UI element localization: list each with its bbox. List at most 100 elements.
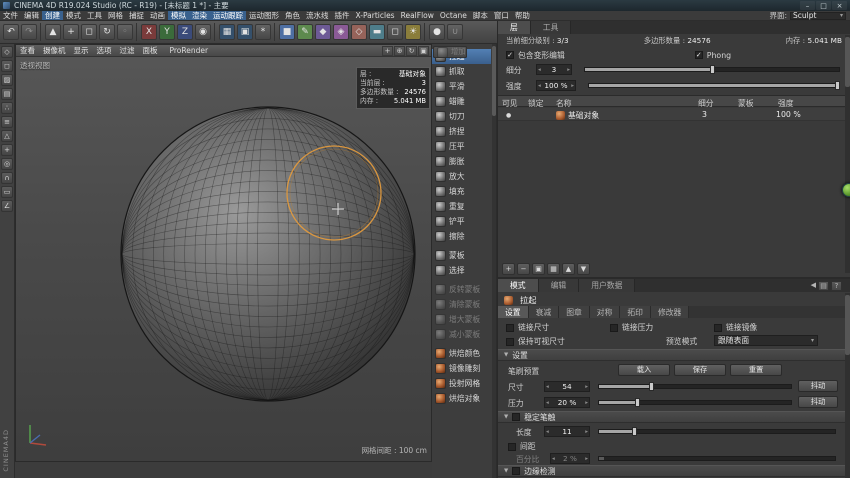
sculpt-amplify[interactable]: 放大	[432, 169, 491, 184]
last-tool-icon[interactable]: ◦	[117, 24, 133, 40]
deformer-icon[interactable]: ◇	[351, 24, 367, 40]
tab-tools[interactable]: 工具	[531, 21, 572, 34]
sculpt-repeat[interactable]: 重复	[432, 199, 491, 214]
menu-item[interactable]: 运动图形	[246, 11, 282, 20]
sculpt-increase[interactable]: 增加	[433, 46, 467, 58]
toolbar-icon[interactable]	[424, 23, 426, 41]
menu-item[interactable]: 创建	[42, 11, 63, 20]
delete-layer-icon[interactable]: −	[517, 263, 530, 275]
move-icon[interactable]: +	[63, 24, 79, 40]
menu-item[interactable]: 渲染	[189, 11, 210, 20]
palette-scrollbar[interactable]	[492, 44, 496, 478]
generator-icon[interactable]: ◈	[333, 24, 349, 40]
viewport-menu-item[interactable]: 过滤	[116, 45, 139, 56]
menu-item[interactable]: 插件	[332, 11, 353, 20]
add-layer-icon[interactable]: +	[502, 263, 515, 275]
menu-item[interactable]: Octane	[437, 11, 470, 20]
sculpt-wax[interactable]: 蜡雕	[432, 94, 491, 109]
y-axis-lock-icon[interactable]: Y	[159, 24, 175, 40]
viewport[interactable]: 查看摄像机显示选项过滤面板 ProRender +⊕↻▣ 透视视图	[15, 44, 432, 462]
checkbox[interactable]	[506, 51, 514, 59]
redo-icon[interactable]: ↷	[21, 24, 37, 40]
strength-field[interactable]: ◂100 %▸	[536, 80, 576, 91]
z-axis-lock-icon[interactable]: Z	[177, 24, 193, 40]
live-selection-icon[interactable]: ▲	[45, 24, 61, 40]
link-size-checkbox[interactable]	[506, 324, 514, 332]
x-axis-lock-icon[interactable]: X	[141, 24, 157, 40]
panel-options-icon[interactable]: ▤	[818, 281, 829, 291]
menu-item[interactable]: 模式	[63, 11, 84, 20]
move-layer-up-icon[interactable]: ▲	[562, 263, 575, 275]
points-mode-icon[interactable]: ∴	[1, 102, 13, 114]
polygons-mode-icon[interactable]: △	[1, 130, 13, 142]
toggle-view-icon[interactable]: ▣	[418, 46, 429, 56]
link-pressure-checkbox[interactable]	[610, 324, 618, 332]
make-editable-icon[interactable]: ◇	[1, 46, 13, 58]
settings-section-header[interactable]: ▼ 设置	[498, 349, 850, 361]
subdivision-slider[interactable]	[584, 67, 840, 72]
strength-slider[interactable]	[588, 83, 840, 88]
grow-mask[interactable]: 增大蒙板	[432, 312, 491, 327]
layer-mask-icon[interactable]: ▦	[547, 263, 560, 275]
shrink-mask[interactable]: 减小蒙板	[432, 327, 491, 342]
steady-length-slider[interactable]	[598, 429, 836, 434]
add-cube-icon[interactable]: ■	[279, 24, 295, 40]
brush-pressure-field[interactable]: ◂20 %▸	[544, 397, 590, 408]
save-preset-button[interactable]: 保存	[674, 364, 726, 376]
menu-item[interactable]: 流水线	[303, 11, 332, 20]
tab-edit[interactable]: 编辑	[539, 279, 580, 292]
quantize-icon[interactable]: ∠	[1, 200, 13, 212]
layer-row[interactable]: ● 基础对象 3 100 %	[498, 108, 850, 121]
scale-icon[interactable]: ◻	[81, 24, 97, 40]
steady-stroke-checkbox[interactable]	[512, 413, 520, 421]
clear-mask[interactable]: 清除蒙板	[432, 297, 491, 312]
menu-item[interactable]: 动画	[147, 11, 168, 20]
tab-userdata[interactable]: 用户数据	[579, 279, 635, 292]
sculpt-pinch[interactable]: 挤捏	[432, 124, 491, 139]
tab-layers[interactable]: 层	[498, 21, 531, 34]
sculpt-fill[interactable]: 填充	[432, 184, 491, 199]
viewport-menu-item[interactable]: 面板	[139, 45, 162, 56]
zoom-view-icon[interactable]: ⊕	[394, 46, 405, 56]
preview-mode-select[interactable]: 跟随表面▾	[714, 335, 818, 346]
viewport-menu-item[interactable]: 选项	[93, 45, 116, 56]
plugin-badge[interactable]	[842, 183, 850, 197]
subtab-stamp[interactable]: 图章	[559, 306, 590, 318]
enable-axis-icon[interactable]: +	[1, 144, 13, 156]
edge-detect-section-header[interactable]: ▼ 边缘检测	[498, 465, 850, 477]
viewport-menu-item[interactable]: 显示	[70, 45, 93, 56]
steady-stroke-section-header[interactable]: ▼ 稳定笔触	[498, 411, 850, 423]
toolbar-icon[interactable]	[214, 23, 216, 41]
spline-pen-icon[interactable]: ✎	[297, 24, 313, 40]
subtab-settings[interactable]: 设置	[498, 306, 529, 318]
menu-item[interactable]: 脚本	[470, 11, 491, 20]
mirror-sculpt[interactable]: 镜像雕刻	[432, 361, 491, 376]
viewport-menu-item[interactable]: 查看	[16, 45, 39, 56]
collapse-panel-icon[interactable]: ◀	[811, 281, 816, 291]
maximize-button[interactable]: □	[816, 1, 831, 10]
edges-mode-icon[interactable]: ≡	[1, 116, 13, 128]
menu-item[interactable]: 角色	[282, 11, 303, 20]
sculpt-smooth[interactable]: 平滑	[432, 79, 491, 94]
menu-item[interactable]: 文件	[0, 11, 21, 20]
help-icon[interactable]: ?	[831, 281, 842, 291]
close-button[interactable]: ×	[832, 1, 847, 10]
toolbar-icon[interactable]	[40, 23, 42, 41]
render-view-icon[interactable]: ▦	[219, 24, 235, 40]
rotate-view-icon[interactable]: ↻	[406, 46, 417, 56]
invert-mask[interactable]: 反转蒙板	[432, 282, 491, 297]
undo-icon[interactable]: ↶	[3, 24, 19, 40]
brush-size-slider[interactable]	[598, 384, 792, 389]
menu-item[interactable]: 工具	[84, 11, 105, 20]
spacing-checkbox[interactable]	[508, 443, 516, 451]
render-picture-viewer-icon[interactable]: ▣	[237, 24, 253, 40]
model-mode-icon[interactable]: ◻	[1, 60, 13, 72]
viewport-menu-item[interactable]: 摄像机	[39, 45, 70, 56]
coordinate-system-icon[interactable]: ◉	[195, 24, 211, 40]
rotate-icon[interactable]: ↻	[99, 24, 115, 40]
reset-preset-button[interactable]: 重置	[730, 364, 782, 376]
keep-visual-size-checkbox[interactable]	[506, 338, 514, 346]
environment-icon[interactable]: ▬	[369, 24, 385, 40]
subtab-modifiers[interactable]: 修改器	[651, 306, 689, 318]
texture-mode-icon[interactable]: ▨	[1, 74, 13, 86]
